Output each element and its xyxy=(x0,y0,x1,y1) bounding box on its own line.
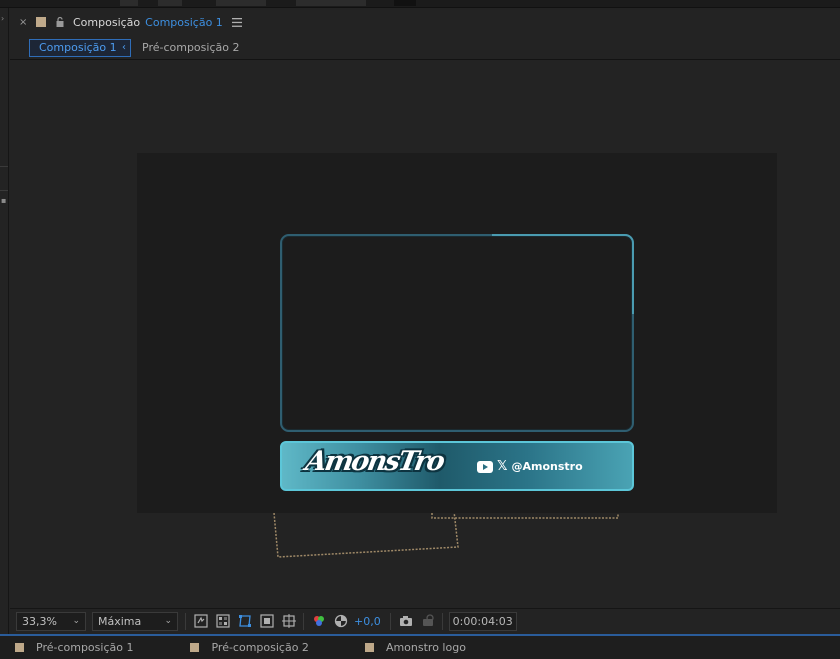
reset-exposure-icon[interactable] xyxy=(334,614,348,628)
chevron-left-icon: ‹ xyxy=(122,41,126,53)
mask-path-visibility-icon[interactable] xyxy=(238,614,252,628)
breadcrumb-current-label: Composição 1 xyxy=(39,41,117,54)
composition-app: › ▪ × Composição Composição 1 Composição… xyxy=(0,0,840,659)
tab-label: Amonstro logo xyxy=(385,641,466,654)
tab-amonstro-logo[interactable]: Amonstro logo xyxy=(364,641,466,654)
tab-label: Pré-composição 2 xyxy=(211,641,309,654)
toolbar-divider xyxy=(389,612,391,630)
composition-color-swatch xyxy=(36,17,46,27)
composition-breadcrumb: Composição 1 ‹ Pré-composição 2 xyxy=(10,36,840,60)
camera-snapshot-icon[interactable] xyxy=(399,614,413,628)
hamburger-menu-icon[interactable] xyxy=(231,17,242,27)
chevron-down-icon: ⌄ xyxy=(164,615,172,626)
panel-header: × Composição Composição 1 xyxy=(10,8,840,36)
panel-title: Composição xyxy=(73,15,141,29)
name-banner[interactable]: AmonsTro 𝕏 @Amonstro xyxy=(280,441,634,491)
tools-column: › ▪ xyxy=(0,8,9,634)
composition-canvas[interactable]: AmonsTro 𝕏 @Amonstro xyxy=(137,153,777,513)
collapse-icon[interactable]: › xyxy=(1,14,4,23)
tab-pre-composition-1[interactable]: Pré-composição 1 xyxy=(15,641,133,654)
grid-guides-icon[interactable] xyxy=(282,614,296,628)
show-channel-icon[interactable] xyxy=(312,614,326,628)
webcam-frame[interactable] xyxy=(280,234,634,432)
timeline-tabs: Pré-composição 1 Pré-composição 2 Amonst… xyxy=(0,634,840,659)
composition-color-swatch xyxy=(364,643,374,652)
current-time-display[interactable]: 0:00:04:03 xyxy=(448,611,517,631)
active-composition-name[interactable]: Composição 1 xyxy=(145,16,223,29)
region-of-interest-icon[interactable] xyxy=(260,614,274,628)
toolbar-divider xyxy=(185,612,186,630)
amonstro-logo-text: AmonsTro xyxy=(303,446,446,477)
lock-icon[interactable] xyxy=(55,16,65,28)
toolbar-divider xyxy=(303,612,304,630)
tool-icon[interactable]: ▪ xyxy=(1,196,6,205)
breadcrumb-precomp[interactable]: Pré-composição 2 xyxy=(142,41,239,54)
show-snapshot-icon[interactable] xyxy=(421,614,435,628)
window-top-strip xyxy=(0,0,840,8)
tab-label: Pré-composição 1 xyxy=(36,641,134,654)
transparency-grid-icon[interactable] xyxy=(216,614,230,628)
breadcrumb-current-composition[interactable]: Composição 1 ‹ xyxy=(29,38,131,57)
social-handles: 𝕏 @Amonstro xyxy=(477,459,583,474)
composition-color-swatch xyxy=(190,643,200,652)
close-icon[interactable]: × xyxy=(19,17,31,28)
x-logo-icon: 𝕏 xyxy=(497,459,508,474)
chevron-down-icon: ⌄ xyxy=(72,615,80,626)
resolution-dropdown[interactable]: Máxima ⌄ xyxy=(92,611,178,631)
resolution-value: Máxima xyxy=(98,614,142,628)
youtube-icon xyxy=(477,460,493,473)
viewer-toolbar: 33,3% ⌄ Máxima ⌄ +0,0 0:00:04:03 xyxy=(10,608,840,633)
fast-previews-icon[interactable] xyxy=(194,614,208,628)
zoom-dropdown[interactable]: 33,3% ⌄ xyxy=(16,611,86,631)
tab-pre-composition-2[interactable]: Pré-composição 2 xyxy=(190,641,309,654)
social-handle-text: @Amonstro xyxy=(511,460,583,473)
exposure-value[interactable]: +0,0 xyxy=(354,615,381,628)
composition-color-swatch xyxy=(15,643,24,652)
zoom-value: 33,3% xyxy=(22,614,57,628)
composition-viewer[interactable]: AmonsTro 𝕏 @Amonstro xyxy=(10,61,840,608)
toolbar-divider xyxy=(441,612,443,630)
